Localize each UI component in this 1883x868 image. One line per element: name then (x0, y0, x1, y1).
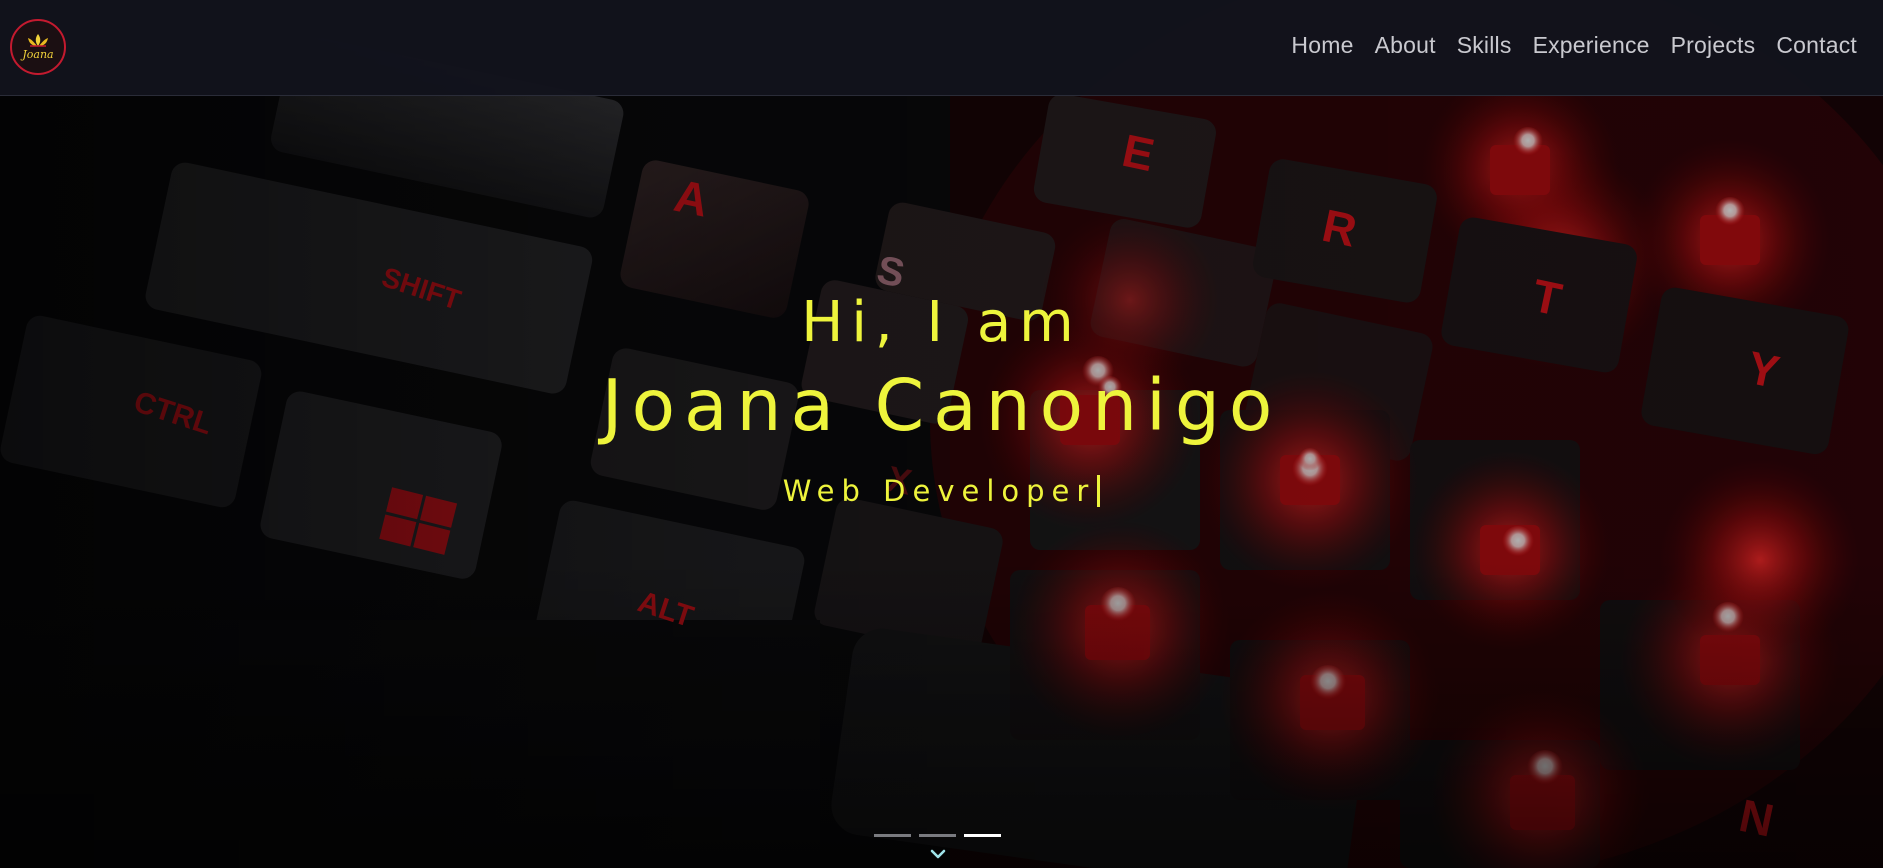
hero-role: Web Developer (782, 474, 1096, 508)
nav-link-experience[interactable]: Experience (1533, 32, 1650, 59)
hero-greeting: Hi, I am (801, 290, 1082, 355)
nav-link-home[interactable]: Home (1291, 32, 1353, 59)
logo-text: Joana (22, 48, 54, 61)
nav-link-about[interactable]: About (1375, 32, 1436, 59)
nav-link-projects[interactable]: Projects (1671, 32, 1756, 59)
carousel-indicator-2[interactable] (919, 834, 956, 837)
navbar: Joana Home About Skills Experience Proje… (0, 0, 1883, 96)
carousel-indicators (874, 834, 1001, 837)
carousel-indicator-3[interactable] (964, 834, 1001, 837)
lotus-icon (28, 34, 48, 47)
hero-name: Joana Canonigo (601, 364, 1282, 447)
chevron-down-icon[interactable] (930, 848, 946, 862)
hero-role-line: Web Developer (0, 474, 1883, 508)
nav-links: Home About Skills Experience Projects Co… (1270, 32, 1857, 59)
page: SHIFT CTRL ALT A S X E R T Y N (0, 0, 1883, 868)
typing-cursor (1097, 475, 1101, 507)
brand-logo[interactable]: Joana (10, 19, 66, 75)
carousel-indicator-1[interactable] (874, 834, 911, 837)
nav-link-skills[interactable]: Skills (1457, 32, 1512, 59)
nav-link-contact[interactable]: Contact (1776, 32, 1857, 59)
